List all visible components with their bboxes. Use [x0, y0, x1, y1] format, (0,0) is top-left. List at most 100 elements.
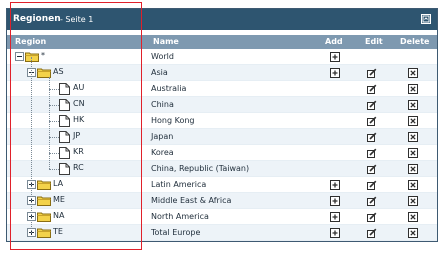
tree-connector [31, 57, 32, 233]
edit-icon[interactable] [355, 228, 389, 238]
table-row: HK Hong Kong [7, 112, 437, 129]
region-name: Hong Kong [151, 116, 195, 125]
region-code[interactable]: * [41, 51, 45, 60]
add-icon[interactable] [315, 67, 355, 78]
edit-icon[interactable] [355, 68, 389, 78]
name-cell: Latin America [147, 176, 315, 193]
region-name: Middle East & Africa [151, 196, 232, 205]
add-cell [315, 64, 355, 81]
region-cell: AS [7, 64, 147, 81]
edit-cell [355, 224, 389, 241]
folder-icon [37, 211, 51, 224]
delete-icon[interactable] [389, 195, 437, 206]
add-cell [315, 160, 355, 177]
add-cell [315, 192, 355, 209]
delete-icon[interactable] [389, 83, 437, 94]
add-cell [315, 176, 355, 193]
region-code[interactable]: LA [53, 179, 63, 188]
region-code[interactable]: ME [53, 195, 65, 204]
tree-expander-icon[interactable] [15, 52, 24, 63]
region-code[interactable]: HK [73, 115, 84, 124]
delete-icon[interactable] [389, 99, 437, 110]
delete-icon[interactable] [389, 163, 437, 174]
edit-cell [355, 160, 389, 177]
region-code[interactable]: NA [53, 211, 64, 220]
delete-icon[interactable] [389, 227, 437, 238]
edit-cell [355, 176, 389, 193]
delete-icon[interactable] [389, 179, 437, 190]
region-cell: TE [7, 224, 147, 241]
add-icon[interactable] [315, 179, 355, 190]
region-code[interactable]: AS [53, 67, 64, 76]
delete-icon[interactable] [389, 67, 437, 78]
edit-icon[interactable] [355, 212, 389, 222]
add-icon[interactable] [315, 211, 355, 222]
region-cell: CN [7, 96, 147, 113]
edit-icon[interactable] [355, 84, 389, 94]
name-cell: Hong Kong [147, 112, 315, 129]
name-cell: Asia [147, 64, 315, 81]
table-row: CN China [7, 96, 437, 113]
delete-cell [389, 144, 437, 161]
region-name: China [151, 100, 174, 109]
table-row: AS Asia [7, 64, 437, 81]
table-row: LA Latin America [7, 176, 437, 193]
edit-icon[interactable] [355, 196, 389, 206]
region-code[interactable]: CN [73, 99, 85, 108]
column-header-name[interactable]: Name [153, 37, 179, 46]
region-name: Latin America [151, 180, 207, 189]
edit-icon[interactable] [355, 116, 389, 126]
region-name: Asia [151, 68, 168, 77]
file-icon [59, 147, 70, 161]
add-icon[interactable] [315, 51, 355, 62]
region-code[interactable]: RC [73, 163, 84, 172]
delete-cell [389, 112, 437, 129]
edit-icon[interactable] [355, 180, 389, 190]
regions-table: * World AS Asia AU Australia CN China HK Hong Kon… [7, 49, 437, 241]
region-name: Korea [151, 148, 174, 157]
delete-cell [389, 224, 437, 241]
delete-cell [389, 49, 437, 65]
region-code[interactable]: KR [73, 147, 84, 156]
name-cell: Australia [147, 80, 315, 97]
delete-cell [389, 64, 437, 81]
table-header: Region Name Add Edit Delete [7, 35, 437, 49]
region-name: Australia [151, 84, 187, 93]
table-row: KR Korea [7, 144, 437, 161]
file-icon [59, 131, 70, 145]
add-icon[interactable] [315, 195, 355, 206]
region-cell: * [7, 49, 147, 65]
name-cell: Korea [147, 144, 315, 161]
table-row: ME Middle East & Africa [7, 192, 437, 209]
name-cell: Japan [147, 128, 315, 145]
name-cell: Total Europe [147, 224, 315, 241]
edit-icon[interactable] [355, 148, 389, 158]
collapse-icon[interactable] [421, 14, 431, 24]
name-cell: China [147, 96, 315, 113]
region-cell: ME [7, 192, 147, 209]
delete-icon[interactable] [389, 147, 437, 158]
delete-icon[interactable] [389, 131, 437, 142]
add-icon[interactable] [315, 227, 355, 238]
region-code[interactable]: AU [73, 83, 84, 92]
edit-icon[interactable] [355, 132, 389, 142]
edit-cell [355, 112, 389, 129]
file-icon [59, 83, 70, 97]
delete-icon[interactable] [389, 115, 437, 126]
column-header-region[interactable]: Region [15, 37, 46, 46]
region-code[interactable]: TE [53, 227, 63, 236]
region-code[interactable]: JP [73, 131, 80, 140]
folder-icon [25, 51, 39, 64]
delete-cell [389, 176, 437, 193]
table-row: RC China, Republic (Taiwan) [7, 160, 437, 177]
edit-cell [355, 192, 389, 209]
delete-icon[interactable] [389, 211, 437, 222]
edit-cell [355, 64, 389, 81]
column-header-add: Add [325, 37, 343, 46]
edit-cell [355, 80, 389, 97]
edit-icon[interactable] [355, 100, 389, 110]
table-row: TE Total Europe [7, 224, 437, 241]
file-icon [59, 163, 70, 177]
region-name: North America [151, 212, 209, 221]
edit-icon[interactable] [355, 164, 389, 174]
